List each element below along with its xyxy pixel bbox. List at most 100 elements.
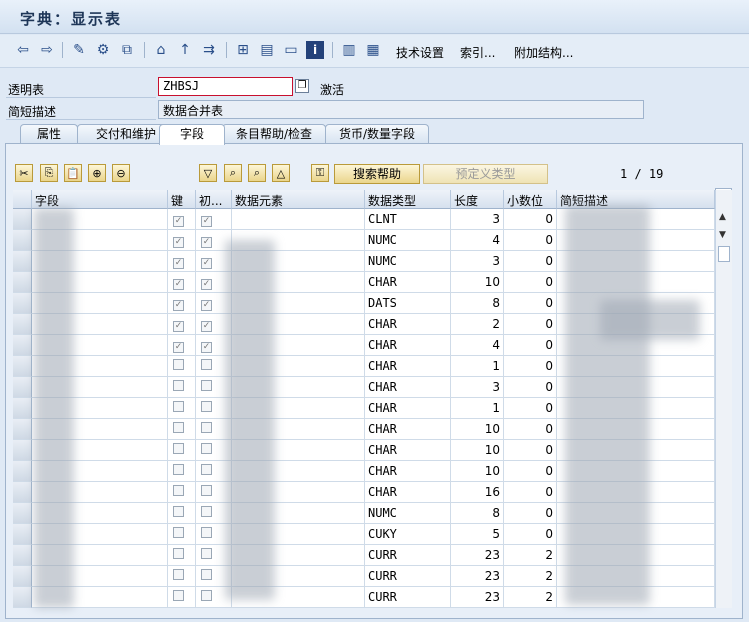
search-help-button[interactable]: 搜索帮助	[334, 164, 420, 184]
find-next-icon[interactable]: ⌕	[248, 164, 266, 182]
row-selector[interactable]	[13, 272, 32, 293]
column-header-key[interactable]: 键	[168, 190, 196, 209]
key-checkbox[interactable]	[173, 359, 184, 370]
tab-entry-help-check[interactable]: 条目帮助/检查	[222, 124, 326, 144]
tab-currency-quantity[interactable]: 货币/数量字段	[325, 124, 429, 144]
column-header-length[interactable]: 长度	[451, 190, 504, 209]
initial-values-checkbox[interactable]: ✓	[201, 279, 212, 290]
key-checkbox[interactable]: ✓	[173, 237, 184, 248]
where-used-icon[interactable]: ⌂	[152, 41, 170, 59]
predefined-type-button[interactable]: 预定义类型	[423, 164, 548, 184]
key-checkbox[interactable]	[173, 380, 184, 391]
copy-icon[interactable]: ❐	[295, 79, 309, 93]
column-header-data-type[interactable]: 数据类型	[365, 190, 451, 209]
table-icon[interactable]: ▦	[364, 41, 382, 59]
row-selector[interactable]	[13, 398, 32, 419]
key-icon[interactable]: ⚿	[311, 164, 329, 182]
forward-arrow-icon[interactable]: ⇨	[38, 41, 56, 59]
key-checkbox[interactable]	[173, 464, 184, 475]
row-selector[interactable]	[13, 356, 32, 377]
copy-row-icon[interactable]: ⎘	[40, 164, 58, 182]
initial-values-checkbox[interactable]	[201, 443, 212, 454]
row-selector[interactable]	[13, 566, 32, 587]
initial-values-checkbox[interactable]	[201, 548, 212, 559]
initial-values-checkbox[interactable]	[201, 422, 212, 433]
other-object-icon[interactable]: ⧉	[118, 41, 136, 59]
row-selector[interactable]	[13, 419, 32, 440]
scroll-thumb[interactable]	[718, 246, 730, 262]
index-button[interactable]: 索引...	[460, 44, 495, 61]
info-icon[interactable]: i	[306, 41, 324, 59]
column-header-data-element[interactable]: 数据元素	[232, 190, 365, 209]
layout-icon[interactable]: ▥	[340, 41, 358, 59]
activate-icon[interactable]: ⚙	[94, 41, 112, 59]
vertical-scrollbar[interactable]: ▲ ▼	[715, 190, 732, 608]
initial-values-checkbox[interactable]	[201, 464, 212, 475]
row-selector[interactable]	[13, 335, 32, 356]
row-selector[interactable]	[13, 503, 32, 524]
key-checkbox[interactable]	[173, 506, 184, 517]
row-selector[interactable]	[13, 440, 32, 461]
row-selector[interactable]	[13, 230, 32, 251]
paste-icon[interactable]: 📋	[64, 164, 82, 182]
initial-values-checkbox[interactable]: ✓	[201, 321, 212, 332]
edit-pencil-icon[interactable]: ✎	[70, 41, 88, 59]
row-selector[interactable]	[13, 209, 32, 230]
key-checkbox[interactable]: ✓	[173, 258, 184, 269]
scroll-up-icon[interactable]: ▲	[719, 212, 726, 222]
back-arrow-icon[interactable]: ⇦	[14, 41, 32, 59]
row-selector[interactable]	[13, 251, 32, 272]
key-checkbox[interactable]	[173, 527, 184, 538]
initial-values-checkbox[interactable]	[201, 380, 212, 391]
initial-values-checkbox[interactable]: ✓	[201, 258, 212, 269]
row-selector[interactable]	[13, 482, 32, 503]
row-selector[interactable]	[13, 545, 32, 566]
cell-data-element[interactable]	[232, 209, 365, 230]
find-icon[interactable]: ⌕	[224, 164, 242, 182]
filter-icon[interactable]: ▽	[199, 164, 217, 182]
initial-values-checkbox[interactable]	[201, 527, 212, 538]
initial-values-checkbox[interactable]: ✓	[201, 342, 212, 353]
initial-values-checkbox[interactable]: ✓	[201, 237, 212, 248]
navigate-icon[interactable]: ↑	[176, 41, 194, 59]
append-structure-button[interactable]: 附加结构...	[514, 44, 573, 61]
row-selector[interactable]	[13, 524, 32, 545]
technical-settings-button[interactable]: 技术设置	[396, 44, 444, 61]
tab-attributes[interactable]: 属性	[20, 124, 78, 144]
initial-values-checkbox[interactable]	[201, 485, 212, 496]
table-name-field[interactable]: ZHBSJ	[158, 77, 293, 96]
insert-row-icon[interactable]: ⊕	[88, 164, 106, 182]
column-header-init[interactable]: 初...	[196, 190, 232, 209]
key-checkbox[interactable]: ✓	[173, 321, 184, 332]
key-checkbox[interactable]	[173, 401, 184, 412]
initial-values-checkbox[interactable]	[201, 590, 212, 601]
key-checkbox[interactable]: ✓	[173, 279, 184, 290]
cut-icon[interactable]: ✂	[15, 164, 33, 182]
row-selector-header[interactable]	[13, 190, 32, 209]
initial-values-checkbox[interactable]	[201, 506, 212, 517]
row-selector[interactable]	[13, 293, 32, 314]
initial-values-checkbox[interactable]	[201, 569, 212, 580]
column-header-decimals[interactable]: 小数位	[504, 190, 557, 209]
key-checkbox[interactable]: ✓	[173, 216, 184, 227]
column-header-field[interactable]: 字段	[32, 190, 168, 209]
initial-values-checkbox[interactable]	[201, 359, 212, 370]
display-object-list-icon[interactable]: ▭	[282, 41, 300, 59]
tree-icon[interactable]: ⊞	[234, 41, 252, 59]
initial-values-checkbox[interactable]: ✓	[201, 216, 212, 227]
scroll-down-icon[interactable]: ▼	[719, 230, 726, 240]
key-checkbox[interactable]	[173, 485, 184, 496]
key-checkbox[interactable]	[173, 422, 184, 433]
key-checkbox[interactable]	[173, 443, 184, 454]
row-selector[interactable]	[13, 314, 32, 335]
initial-values-checkbox[interactable]	[201, 401, 212, 412]
row-selector[interactable]	[13, 377, 32, 398]
key-checkbox[interactable]: ✓	[173, 300, 184, 311]
row-selector[interactable]	[13, 587, 32, 608]
key-checkbox[interactable]	[173, 590, 184, 601]
hierarchy-icon[interactable]: ⇉	[200, 41, 218, 59]
print-icon[interactable]: ▤	[258, 41, 276, 59]
tab-fields[interactable]: 字段	[159, 124, 225, 145]
row-selector[interactable]	[13, 461, 32, 482]
key-checkbox[interactable]: ✓	[173, 342, 184, 353]
